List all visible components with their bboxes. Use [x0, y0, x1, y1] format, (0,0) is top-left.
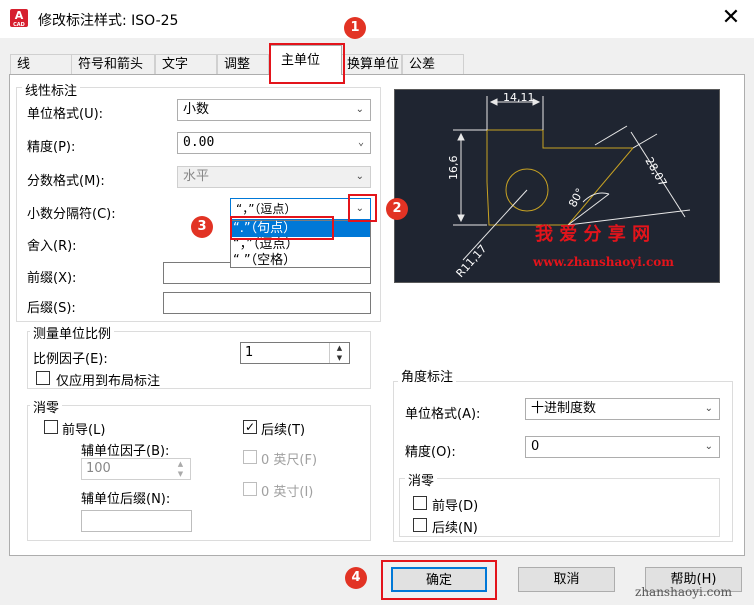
dim-diag-text: 28,07	[642, 155, 669, 189]
sub-unit-factor-label: 辅单位因子(B):	[81, 444, 170, 459]
zero-feet-checkbox	[243, 450, 257, 464]
angular-trailing-label: 后续(N)	[432, 521, 478, 536]
callout-badge-1: 1	[344, 17, 366, 39]
zero-suppression-heading: 消零	[30, 397, 63, 416]
leading-zero-label: 前导(L)	[62, 423, 106, 438]
angular-leading-checkbox[interactable]	[413, 496, 427, 510]
tab-tolerances[interactable]: 公差	[402, 54, 464, 74]
watermark-url: www.zhanshaoyi.com	[532, 255, 674, 269]
separator-option-space[interactable]: “ ”（空格）	[231, 253, 370, 269]
tab-alternate-units[interactable]: 换算单位	[340, 54, 402, 74]
callout-box-ok	[381, 560, 497, 600]
chevron-down-icon: ⌄	[355, 171, 364, 182]
close-icon[interactable]: ✕	[718, 6, 744, 32]
callout-badge-3: 3	[191, 216, 213, 238]
callout-box-option	[230, 216, 334, 240]
dim-left-text: 16,6	[447, 156, 460, 181]
zero-inches-label: 0 英寸(I)	[261, 485, 314, 500]
dimension-preview: 14,11 16,6 28,07 80° R11,17 我 爱 分 享 网 ww…	[394, 89, 720, 283]
unit-format-label: 单位格式(U):	[27, 107, 104, 122]
round-off-label: 舍入(R):	[27, 239, 77, 254]
measurement-scale-heading: 测量单位比例	[30, 323, 115, 342]
angular-unit-format-select[interactable]: 十进制度数 ⌄	[525, 398, 720, 420]
cancel-button[interactable]: 取消	[518, 567, 615, 592]
trailing-zero-checkbox[interactable]: ✓	[243, 420, 257, 434]
sub-unit-factor-spinner: ▲ ▼	[177, 460, 184, 478]
sub-unit-suffix-label: 辅单位后缀(N):	[81, 492, 171, 507]
callout-box-tab	[269, 43, 345, 84]
tab-lines[interactable]: 线	[10, 54, 77, 74]
fraction-format-label: 分数格式(M):	[27, 174, 105, 189]
chevron-down-icon: ⌄	[704, 441, 713, 452]
leading-zero-checkbox[interactable]	[44, 420, 58, 434]
angular-unit-format-label: 单位格式(A):	[405, 407, 481, 422]
linear-dimensions-heading: 线性标注	[22, 80, 81, 99]
zero-feet-label: 0 英尺(F)	[261, 453, 318, 468]
sub-unit-suffix-input[interactable]	[81, 510, 192, 532]
footer-watermark: zhanshaoyi.com	[635, 585, 732, 599]
angular-zero-suppression-heading: 消零	[405, 470, 438, 489]
dim-top-text: 14,11	[503, 91, 535, 104]
precision-label: 精度(P):	[27, 140, 76, 155]
watermark-chinese: 我 爱 分 享 网	[535, 223, 650, 245]
precision-select[interactable]: 0.00 ⌄	[177, 132, 371, 154]
window-title: 修改标注样式: ISO-25	[38, 13, 179, 29]
angular-precision-label: 精度(O):	[405, 445, 456, 460]
callout-box-arrow	[348, 194, 377, 222]
chevron-down-icon: ⌄	[704, 403, 713, 414]
trailing-zero-label: 后续(T)	[261, 423, 306, 438]
prefix-label: 前缀(X):	[27, 271, 77, 286]
preview-outline	[486, 129, 635, 226]
callout-badge-2: 2	[386, 198, 408, 220]
fraction-format-select: 水平 ⌄	[177, 166, 371, 188]
angular-precision-select[interactable]: 0 ⌄	[525, 436, 720, 458]
dim-radius-text: R11,17	[454, 242, 490, 280]
tab-symbols-arrows[interactable]: 符号和箭头	[71, 54, 155, 74]
callout-badge-4: 4	[345, 567, 367, 589]
suffix-input[interactable]	[163, 292, 371, 314]
angular-leading-label: 前导(D)	[432, 499, 479, 514]
unit-format-select[interactable]: 小数 ⌄	[177, 99, 371, 121]
scale-factor-spinner[interactable]: ▲ ▼	[329, 343, 349, 363]
tab-fit[interactable]: 调整	[217, 54, 269, 74]
angular-trailing-checkbox[interactable]	[413, 518, 427, 532]
tab-text[interactable]: 文字	[155, 54, 217, 74]
zero-inches-checkbox	[243, 482, 257, 496]
layout-only-label: 仅应用到布局标注	[56, 374, 161, 389]
scale-factor-label: 比例因子(E):	[33, 352, 108, 367]
layout-only-checkbox[interactable]	[36, 371, 50, 385]
angular-dimensions-heading: 角度标注	[398, 366, 457, 385]
suffix-label: 后缀(S):	[27, 301, 76, 316]
decimal-separator-label: 小数分隔符(C):	[27, 207, 116, 222]
chevron-down-icon: ⌄	[355, 104, 364, 115]
autocad-app-icon: A CAD	[10, 9, 28, 28]
chevron-down-icon: ⌄	[357, 137, 364, 148]
